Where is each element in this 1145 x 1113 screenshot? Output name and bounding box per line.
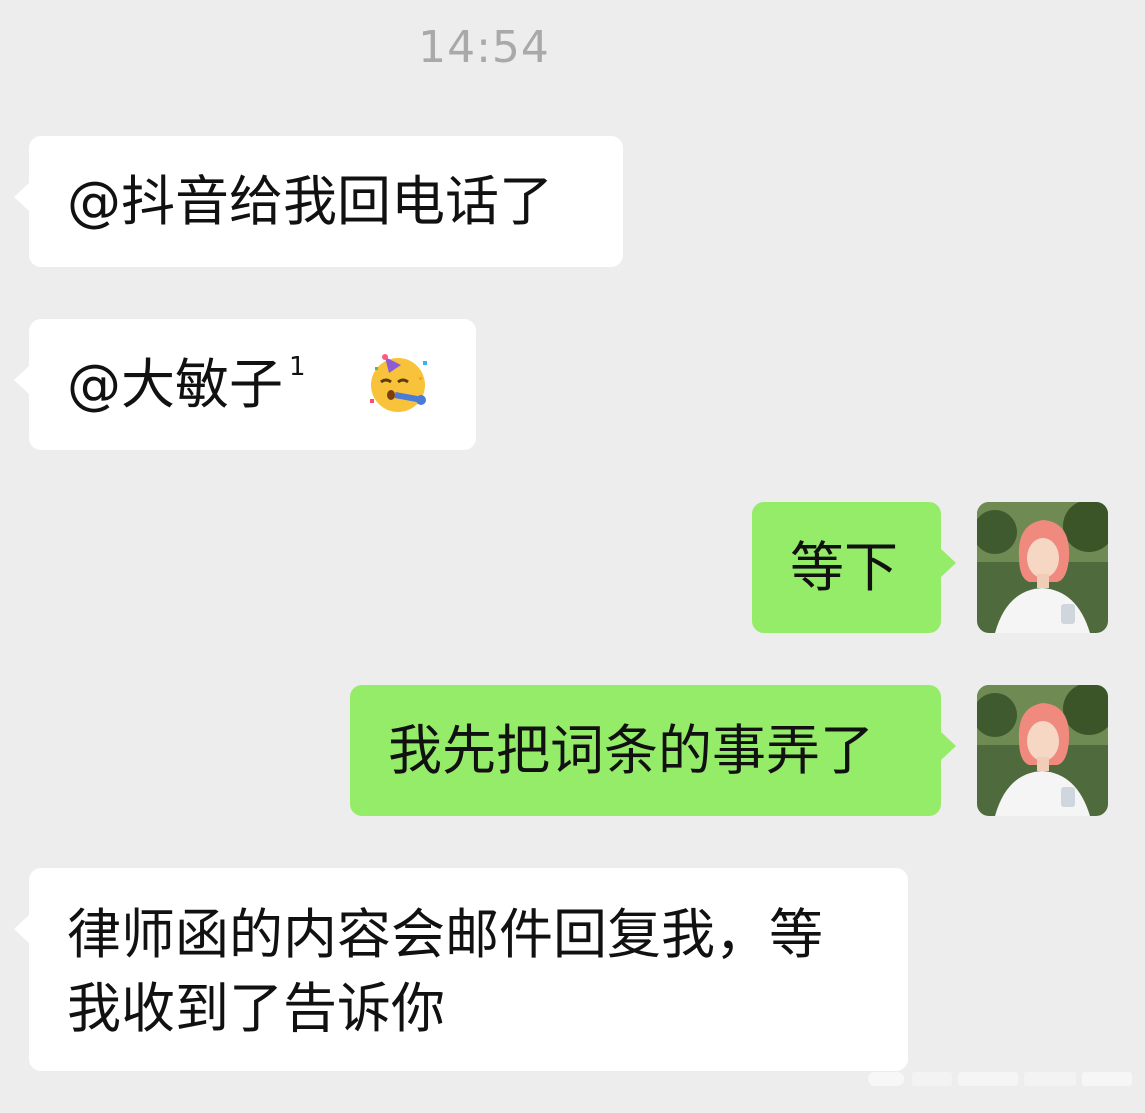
message-line: 我收到了告诉你	[67, 977, 445, 1040]
partying-face-emoji-icon	[370, 354, 427, 412]
chat-timestamp: 14:54	[418, 22, 550, 73]
incoming-message-bubble[interactable]: @抖音给我回电话了	[14, 136, 623, 267]
avatar-image	[977, 685, 1108, 816]
outgoing-message-bubble[interactable]: 我先把词条的事弄了	[350, 685, 956, 816]
watermark	[868, 1072, 1132, 1086]
message-text: @抖音给我回电话了	[67, 170, 553, 233]
message-text: @大敏子 1	[67, 349, 306, 431]
message-text: 我先把词条的事弄了	[388, 719, 874, 782]
message-text: 等下	[790, 536, 898, 599]
outgoing-message-bubble[interactable]: 等下	[752, 502, 956, 633]
message-line: 律师函的内容会邮件回复我，等	[67, 903, 823, 966]
chat-screen: { "timestamp": "14:54", "messages": [ {"…	[0, 0, 1145, 1113]
user-avatar[interactable]	[977, 502, 1108, 633]
mention-text: @大敏子	[67, 353, 283, 416]
avatar-image	[977, 502, 1108, 633]
incoming-message-bubble[interactable]: 律师函的内容会邮件回复我，等 我收到了告诉你	[14, 868, 908, 1071]
user-avatar[interactable]	[977, 685, 1108, 816]
incoming-message-bubble[interactable]: @大敏子 1	[14, 319, 476, 450]
superscript-text: 1	[289, 352, 306, 382]
message-text: 律师函的内容会邮件回复我，等 我收到了告诉你	[67, 898, 897, 1046]
